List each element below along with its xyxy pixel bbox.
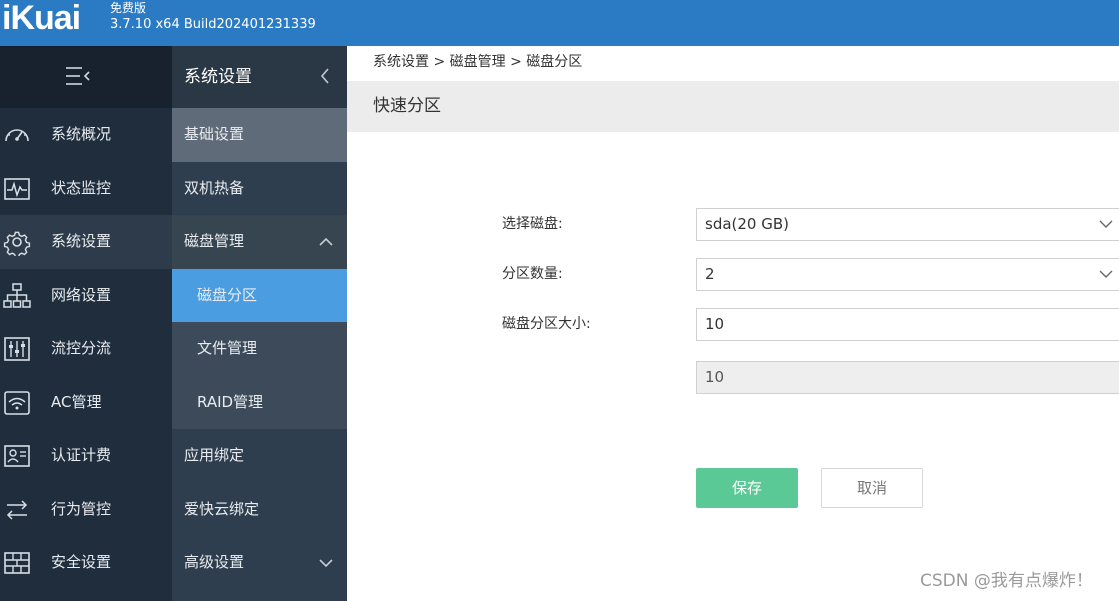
- disk-select[interactable]: sda(20 GB): [696, 208, 1119, 241]
- version-label: 3.7.10 x64 Build202401231339: [110, 17, 316, 32]
- sub-item-label: 爱快云绑定: [184, 499, 260, 518]
- sub-item-disk-management[interactable]: 磁盘管理: [172, 215, 347, 269]
- sub-item-label: 高级设置: [184, 553, 245, 571]
- firewall-icon: [4, 552, 30, 574]
- top-bar: iKuai 免费版 3.7.10 x64 Build202401231339: [0, 0, 1119, 46]
- sidebar-item-auth[interactable]: 认证计费: [0, 429, 172, 483]
- gear-icon: [3, 231, 31, 256]
- sidebar-item-ac[interactable]: AC管理: [0, 376, 172, 430]
- sidebar-item-security[interactable]: 安全设置: [0, 536, 172, 590]
- sliders-icon: [4, 337, 30, 361]
- breadcrumb: 系统设置 > 磁盘管理 > 磁盘分区: [373, 54, 583, 70]
- partition-size-label: 磁盘分区大小:: [502, 316, 591, 332]
- disk-select-value: sda(20 GB): [705, 215, 790, 233]
- wifi-icon: [4, 390, 30, 415]
- sidebar-item-behavior[interactable]: 行为管控: [0, 483, 172, 537]
- chevron-up-icon: [319, 237, 333, 246]
- partition-size-value-2: 10: [705, 368, 725, 386]
- sub-item-label: 双机热备: [184, 178, 245, 197]
- sidebar-item-label: 安全设置: [51, 553, 112, 571]
- sidebar-item-label: 流控分流: [51, 339, 112, 357]
- save-button[interactable]: 保存: [696, 468, 798, 508]
- sidebar-item-label: 行为管控: [51, 499, 112, 518]
- arrows-icon: [6, 499, 28, 520]
- partition-size-input[interactable]: 10: [696, 308, 1119, 341]
- panel-title: 快速分区: [373, 96, 441, 116]
- partition-count-value: 2: [705, 265, 715, 283]
- sub-item-disk-partition[interactable]: 磁盘分区: [172, 268, 347, 322]
- secondary-sidebar: 系统设置 基础设置 双机热备 磁盘管理 磁盘分区 文件管理 RAID管理 应用绑…: [172, 46, 347, 601]
- sidebar-item-network[interactable]: 网络设置: [0, 269, 172, 323]
- sub-item-label: 磁盘分区: [197, 285, 258, 304]
- cancel-button[interactable]: 取消: [821, 468, 923, 508]
- sub-item-raid-management[interactable]: RAID管理: [172, 375, 347, 429]
- sidebar-item-monitor[interactable]: 状态监控: [0, 162, 172, 216]
- panel-header: 快速分区: [347, 81, 1119, 132]
- menu-collapse-button[interactable]: [0, 46, 172, 108]
- sidebar-item-overview[interactable]: 系统概况: [0, 108, 172, 162]
- secondary-sidebar-title: 系统设置: [184, 67, 252, 87]
- network-icon: [3, 282, 31, 308]
- sub-item-advanced-settings[interactable]: 高级设置: [172, 536, 347, 590]
- edition-label: 免费版: [110, 1, 147, 15]
- menu-collapse-icon: [66, 67, 90, 85]
- sidebar-item-label: 系统概况: [51, 125, 112, 143]
- disk-select-label: 选择磁盘:: [502, 216, 563, 232]
- chevron-down-icon: [319, 559, 333, 568]
- sidebar-item-label: AC管理: [51, 392, 102, 411]
- partition-size-value: 10: [705, 315, 725, 333]
- chevron-left-icon[interactable]: [318, 66, 332, 86]
- sidebar-item-system-settings[interactable]: 系统设置: [0, 215, 172, 269]
- partition-count-label: 分区数量:: [502, 266, 563, 282]
- sub-item-label: 基础设置: [184, 125, 245, 143]
- sub-item-app-binding[interactable]: 应用绑定: [172, 429, 347, 483]
- partition-count-select[interactable]: 2: [696, 258, 1119, 291]
- secondary-sidebar-header[interactable]: 系统设置: [172, 46, 347, 108]
- sub-item-hot-standby[interactable]: 双机热备: [172, 162, 347, 216]
- sub-item-file-management[interactable]: 文件管理: [172, 322, 347, 376]
- sub-item-ikuai-cloud-binding[interactable]: 爱快云绑定: [172, 483, 347, 537]
- sidebar-item-label: 状态监控: [51, 178, 112, 197]
- sidebar-item-label: 网络设置: [51, 285, 112, 304]
- sub-item-label: RAID管理: [197, 392, 264, 411]
- monitor-icon: [4, 177, 30, 200]
- id-card-icon: [4, 445, 30, 467]
- partition-size-input-2: 10: [696, 361, 1119, 394]
- watermark: CSDN @我有点爆炸！: [920, 571, 1093, 591]
- sub-item-label: 文件管理: [197, 339, 258, 357]
- sidebar-item-label: 认证计费: [51, 446, 112, 464]
- sub-item-basic-settings[interactable]: 基础设置: [172, 108, 347, 162]
- primary-sidebar: 系统概况 状态监控 系统设置 网络设置 流控分流 AC管理 认证计费 行为管控 …: [0, 46, 172, 601]
- ikuai-logo[interactable]: iKuai: [2, 0, 81, 36]
- sidebar-item-label: 系统设置: [51, 232, 112, 250]
- sidebar-item-traffic[interactable]: 流控分流: [0, 322, 172, 376]
- sub-item-label: 应用绑定: [184, 446, 245, 464]
- chevron-down-icon: [1099, 270, 1113, 278]
- sub-item-label: 磁盘管理: [184, 232, 245, 250]
- chevron-down-icon: [1099, 220, 1113, 228]
- dashboard-icon: [5, 129, 29, 142]
